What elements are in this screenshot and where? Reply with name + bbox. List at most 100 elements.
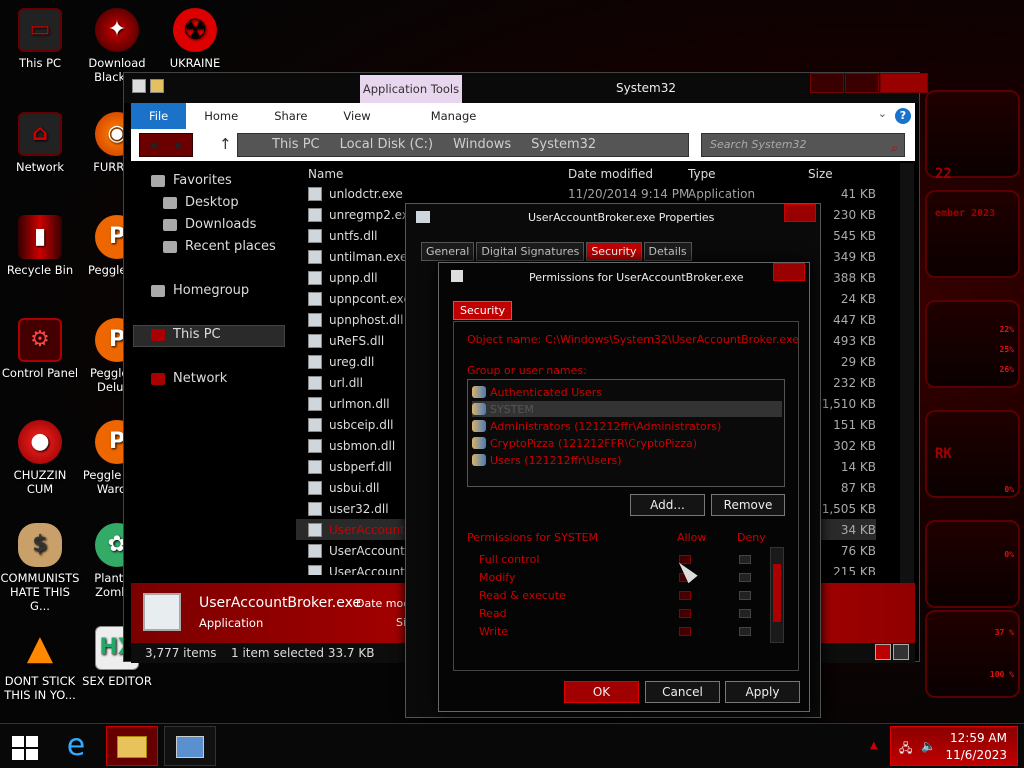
column-header-name[interactable]: Name <box>308 167 343 181</box>
close-button[interactable] <box>773 263 805 281</box>
close-button[interactable] <box>784 204 816 222</box>
help-icon[interactable]: ? <box>895 108 911 124</box>
file-icon <box>308 418 322 432</box>
deny-checkbox[interactable] <box>739 609 751 618</box>
remove-button[interactable]: Remove <box>711 494 785 516</box>
desktop-icon-this-pc[interactable]: ▭ This PC <box>0 8 80 70</box>
breadcrumb-item[interactable]: Windows <box>453 134 511 156</box>
permissions-scrollbar[interactable] <box>770 547 784 643</box>
desktop-icon-chuzzle[interactable]: ● CHUZZIN CUM <box>0 420 80 496</box>
maximize-button[interactable] <box>845 73 879 93</box>
chevron-down-icon[interactable]: ⌄ <box>878 107 887 120</box>
column-header-date[interactable]: Date modified <box>568 167 653 181</box>
system-tray: 🖧 🔈 12:59 AM 11/6/2023 <box>890 726 1018 766</box>
column-header-size[interactable]: Size <box>808 167 833 181</box>
tab-security[interactable]: Security <box>453 301 513 320</box>
tab-view[interactable]: View <box>325 103 388 129</box>
desktop-icon-vlc[interactable]: ▲ DONT STICK THIS IN YO... <box>0 626 80 702</box>
nav-recent-places[interactable]: Recent places <box>163 239 276 254</box>
network-status-icon[interactable]: 🖧 <box>899 739 912 760</box>
file-icon <box>308 355 322 369</box>
nav-favorites[interactable]: Favorites <box>151 173 232 188</box>
file-icon <box>308 502 322 516</box>
desktop-icon-network[interactable]: ⌂ Network <box>0 112 80 174</box>
tab-digital-signatures[interactable]: Digital Signatures <box>476 242 585 261</box>
add-button[interactable]: Add... <box>630 494 705 516</box>
desktop-icon-control-panel[interactable]: ⚙ Control Panel <box>0 318 80 380</box>
allow-checkbox[interactable] <box>679 609 691 618</box>
allow-checkbox[interactable] <box>679 591 691 600</box>
deny-checkbox[interactable] <box>739 555 751 564</box>
nav-network[interactable]: Network <box>151 371 227 386</box>
network-icon <box>151 372 165 385</box>
user-item[interactable]: CryptoPizza (121212FFR\CryptoPizza) <box>472 435 782 451</box>
explorer-titlebar[interactable]: Application Tools System32 <box>124 73 928 103</box>
cancel-button[interactable]: Cancel <box>645 681 720 703</box>
file-explorer-icon[interactable] <box>106 726 158 766</box>
volume-icon[interactable]: 🔈 <box>921 739 936 753</box>
nav-this-pc[interactable]: This PC <box>151 327 221 342</box>
tab-file[interactable]: File <box>131 103 187 129</box>
deny-checkbox[interactable] <box>739 627 751 636</box>
forward-arrow-icon[interactable]: ▶ <box>175 140 183 151</box>
details-view-icon[interactable] <box>875 644 891 660</box>
vertical-scrollbar[interactable] <box>900 163 914 583</box>
tab-manage[interactable]: Manage <box>413 103 495 129</box>
breadcrumb-item[interactable]: System32 <box>531 134 596 156</box>
details-file-name: UserAccountBroker.exe <box>199 595 362 611</box>
back-forward-buttons[interactable]: ◀ ▶ <box>139 133 193 157</box>
new-folder-icon[interactable] <box>150 79 164 93</box>
deco-percent: 100 % <box>989 670 1014 679</box>
tab-share[interactable]: Share <box>256 103 325 129</box>
file-icon <box>308 292 322 306</box>
nav-label: Network <box>173 371 228 386</box>
recent-places-icon <box>163 240 177 253</box>
column-header-type[interactable]: Type <box>688 167 716 181</box>
desktop-icon-communists[interactable]: $ COMMUNISTS HATE THIS G... <box>0 523 80 613</box>
table-row[interactable]: unlodctr.exe 11/20/2014 9:14 PM Applicatio… <box>296 185 876 204</box>
desktop-icon-ukraine[interactable]: ☢ UKRAINE <box>155 8 235 70</box>
deny-checkbox[interactable] <box>739 573 751 582</box>
file-name: usbmon.dll <box>329 439 396 453</box>
apply-button[interactable]: Apply <box>725 681 800 703</box>
deny-checkbox[interactable] <box>739 591 751 600</box>
deco-percent: 0% <box>1004 485 1014 494</box>
tab-details[interactable]: Details <box>643 242 692 261</box>
user-item[interactable]: Authenticated Users <box>472 384 782 400</box>
tab-general[interactable]: General <box>421 242 475 261</box>
close-button[interactable] <box>880 73 928 93</box>
tab-home[interactable]: Home <box>186 103 256 129</box>
control-panel-icon[interactable] <box>164 726 216 766</box>
breadcrumb-item[interactable]: This PC <box>272 134 320 156</box>
address-bar[interactable]: This PC Local Disk (C:) Windows System32 <box>237 133 689 157</box>
properties-icon[interactable] <box>132 79 146 93</box>
desktop-icon-label: Recycle Bin <box>6 263 74 277</box>
tab-security[interactable]: Security <box>586 242 642 261</box>
control-panel-icon: ⚙ <box>18 318 62 362</box>
internet-explorer-icon[interactable]: e <box>50 726 102 766</box>
back-arrow-icon[interactable]: ◀ <box>149 140 157 151</box>
orb-icon: ✦ <box>95 8 139 52</box>
allow-checkbox[interactable] <box>679 627 691 636</box>
desktop-icon-recycle-bin[interactable]: ▮ Recycle Bin <box>0 215 80 277</box>
up-arrow-icon[interactable]: ↑ <box>219 135 232 153</box>
network-icon: ⌂ <box>18 112 62 156</box>
user-name: Authenticated Users <box>490 385 603 399</box>
ok-button[interactable]: OK <box>564 681 639 703</box>
clock[interactable]: 12:59 AM 11/6/2023 <box>945 730 1007 764</box>
nav-downloads[interactable]: Downloads <box>163 217 256 232</box>
scrollbar-thumb[interactable] <box>773 564 781 622</box>
file-name: url.dll <box>329 376 363 390</box>
start-icon[interactable] <box>12 736 38 760</box>
user-item[interactable]: Users (121212ffr\Users) <box>472 452 782 468</box>
search-icon[interactable]: ⌕ <box>891 137 898 159</box>
search-input[interactable]: Search System32 ⌕ <box>701 133 905 157</box>
nav-desktop[interactable]: Desktop <box>163 195 239 210</box>
user-item-selected[interactable]: SYSTEM <box>472 401 782 417</box>
user-item[interactable]: Administrators (121212ffr\Administrators… <box>472 418 782 434</box>
large-icons-view-icon[interactable] <box>893 644 909 660</box>
nav-homegroup[interactable]: Homegroup <box>151 283 249 298</box>
tray-chevron-icon[interactable]: ▲ <box>870 740 878 751</box>
minimize-button[interactable] <box>810 73 844 93</box>
breadcrumb-item[interactable]: Local Disk (C:) <box>340 134 433 156</box>
